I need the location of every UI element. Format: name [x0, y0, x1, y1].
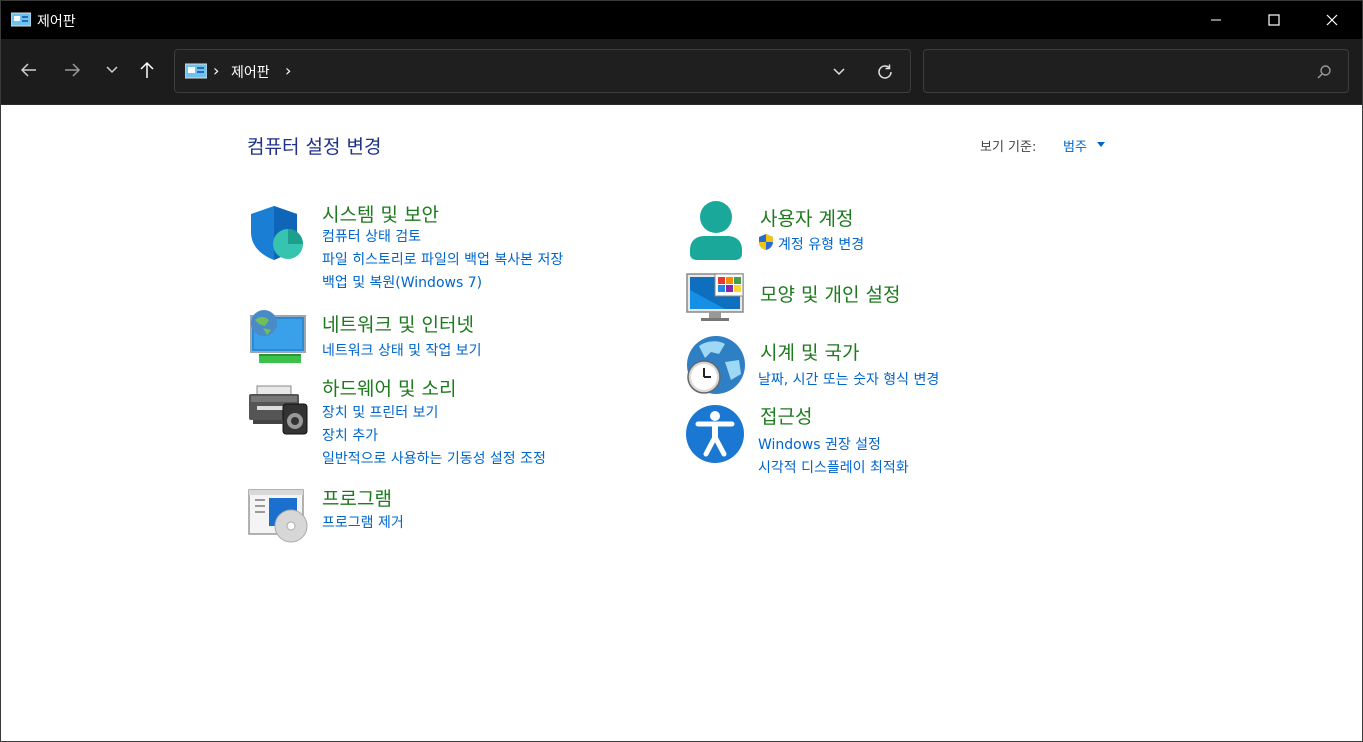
view-by-dropdown[interactable]: 범주 [1063, 136, 1087, 155]
control-panel-window: 제어판 › 제어판 › 컴퓨터 설정 변경 보기 기준: 범주 시스템 및 보안… [0, 0, 1363, 742]
link-devices-printers[interactable]: 장치 및 프린터 보기 [322, 402, 438, 422]
category-title[interactable]: 모양 및 개인 설정 [760, 280, 900, 307]
chevron-down-icon [833, 68, 845, 76]
uac-shield-icon [759, 234, 773, 250]
category-title[interactable]: 시스템 및 보안 [322, 200, 439, 227]
main-content: 컴퓨터 설정 변경 보기 기준: 범주 시스템 및 보안 컴퓨터 상태 검토 파… [1, 106, 1362, 741]
search-input[interactable] [923, 49, 1349, 93]
category-user-accounts: 사용자 계정 계정 유형 변경 [685, 200, 1085, 266]
navigation-bar: › 제어판 › [1, 39, 1362, 105]
forward-button[interactable] [56, 53, 88, 87]
maximize-button[interactable] [1245, 1, 1303, 39]
shield-icon[interactable] [247, 202, 307, 262]
control-panel-icon [11, 12, 31, 27]
category-title[interactable]: 프로그램 [322, 484, 392, 511]
clock-globe-icon[interactable] [685, 334, 747, 396]
category-network-internet: 네트워크 및 인터넷 네트워크 상태 및 작업 보기 [247, 310, 647, 370]
recent-locations-button[interactable] [96, 53, 128, 87]
category-title[interactable]: 사용자 계정 [760, 204, 853, 231]
minimize-icon [1211, 19, 1221, 21]
link-change-account-type[interactable]: 계정 유형 변경 [778, 234, 864, 254]
user-icon[interactable] [685, 200, 745, 262]
category-title[interactable]: 하드웨어 및 소리 [322, 374, 456, 401]
up-button[interactable] [131, 53, 163, 87]
arrow-left-icon [20, 63, 36, 77]
category-clock-region: 시계 및 국가 날짜, 시간 또는 숫자 형식 변경 [685, 334, 1085, 400]
link-uninstall-program[interactable]: 프로그램 제거 [322, 512, 404, 532]
search-icon [1317, 65, 1331, 79]
maximize-icon [1268, 14, 1280, 26]
refresh-button[interactable] [873, 60, 897, 84]
monitor-icon[interactable] [685, 270, 745, 324]
category-title[interactable]: 시계 및 국가 [760, 338, 859, 365]
link-add-device[interactable]: 장치 추가 [322, 425, 378, 445]
window-title: 제어판 [37, 14, 76, 30]
category-hardware-sound: 하드웨어 및 소리 장치 및 프린터 보기 장치 추가 일반적으로 사용하는 기… [247, 374, 647, 469]
link-network-status-tasks[interactable]: 네트워크 상태 및 작업 보기 [322, 340, 481, 360]
breadcrumb-separator[interactable]: › [285, 61, 291, 80]
category-title[interactable]: 네트워크 및 인터넷 [322, 310, 474, 337]
close-icon [1326, 14, 1338, 26]
network-icon[interactable] [247, 310, 307, 370]
link-review-computer-status[interactable]: 컴퓨터 상태 검토 [322, 226, 421, 246]
category-title[interactable]: 접근성 [760, 402, 812, 429]
link-windows-recommended-settings[interactable]: Windows 권장 설정 [758, 434, 881, 454]
refresh-icon [878, 64, 892, 79]
breadcrumb-control-panel[interactable]: 제어판 [231, 62, 270, 82]
category-programs: 프로그램 프로그램 제거 [247, 484, 647, 544]
control-panel-icon [185, 63, 207, 79]
title-bar: 제어판 [1, 1, 1362, 39]
link-date-time-number-format[interactable]: 날짜, 시간 또는 숫자 형식 변경 [758, 369, 939, 389]
category-appearance: 모양 및 개인 설정 [685, 270, 1085, 326]
link-file-history-backup[interactable]: 파일 히스토리로 파일의 백업 복사본 저장 [322, 249, 563, 269]
minimize-button[interactable] [1187, 1, 1245, 39]
programs-icon[interactable] [247, 486, 309, 544]
category-system-security: 시스템 및 보안 컴퓨터 상태 검토 파일 히스토리로 파일의 백업 복사본 저… [247, 200, 647, 300]
category-ease-of-access: 접근성 Windows 권장 설정 시각적 디스플레이 최적화 [685, 400, 1085, 476]
back-button[interactable] [13, 53, 45, 87]
arrow-up-icon [140, 61, 154, 78]
link-optimize-visual-display[interactable]: 시각적 디스플레이 최적화 [758, 457, 909, 477]
link-mobility-settings[interactable]: 일반적으로 사용하는 기동성 설정 조정 [322, 448, 546, 468]
view-by-label: 보기 기준: [980, 140, 1037, 155]
printer-icon[interactable] [247, 382, 309, 442]
chevron-down-icon [106, 66, 118, 74]
accessibility-icon[interactable] [685, 402, 747, 464]
address-bar[interactable]: › 제어판 › [174, 49, 911, 93]
arrow-right-icon [65, 63, 81, 77]
breadcrumb-separator[interactable]: › [213, 61, 219, 80]
close-button[interactable] [1303, 1, 1361, 39]
page-title: 컴퓨터 설정 변경 [247, 136, 382, 158]
link-backup-restore[interactable]: 백업 및 복원(Windows 7) [322, 272, 482, 292]
address-dropdown-button[interactable] [827, 60, 851, 84]
caret-down-icon[interactable] [1097, 142, 1105, 147]
